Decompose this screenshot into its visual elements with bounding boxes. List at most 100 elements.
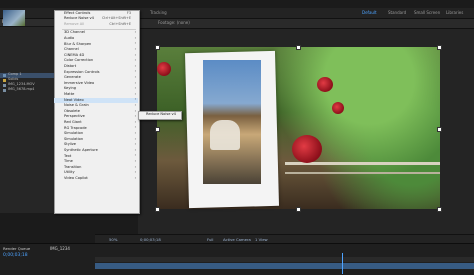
chevron-right-icon: › [134,136,136,141]
camera-select[interactable]: Active Camera [223,237,251,242]
menu-item-label: Effect Controls [64,10,91,15]
menu-item-label: Expression Controls [64,69,100,74]
project-thumbnail [3,10,25,26]
menu-item-label: Blur & Sharpen [64,41,92,46]
project-panel: Project ≡ [0,19,55,213]
time-ruler[interactable] [95,257,474,262]
chevron-right-icon: › [134,30,136,35]
menu-item-label: Reduce Noise v4 [64,16,94,21]
menu-item-label: Red Giant [64,119,82,124]
chevron-right-icon: › [134,41,136,46]
menu-item-label: Noise & Grain [64,103,89,108]
menu-item-label: Keying [64,86,77,91]
chevron-right-icon: › [134,159,136,163]
menu-item-label: Color Correction [64,58,94,63]
workspace-standard[interactable]: Standard [388,10,406,15]
zoom-select[interactable]: 50% [109,237,117,242]
chevron-right-icon: › [134,147,136,152]
menu-item-label: Perspective [64,114,85,119]
menu-item-label: Simulation [64,131,84,136]
fence-rail [285,172,440,174]
chevron-right-icon: › [134,86,136,91]
rose-flower [332,102,344,114]
menu-item-label: Utility [64,170,75,175]
views-select[interactable]: 1 View [255,237,268,242]
menu-item-shortcut: Ctrl+Shift+E [109,21,131,26]
rose-flower [157,62,171,76]
menu-item-shortcut: Ctrl+Alt+Shift+E [102,16,131,21]
footage-label: Footage: (none) [158,20,190,25]
menu-item[interactable]: Video Copilot › [54,176,138,181]
footage-icon [3,84,6,87]
menu-item-label: Time [64,159,73,164]
neat-video-submenu: Reduce Noise v4 [138,111,182,120]
workspace-tracking[interactable]: Tracking [150,10,167,15]
menu-item-label: Audio [64,35,75,40]
menu-item-label: Text [64,153,72,158]
menu-item-label: Remove All [64,21,85,26]
menu-item-label: Distort [64,63,77,68]
timeline-timecode[interactable]: 0;00;03;18 [3,253,28,258]
menu-item-label: Simulation [64,136,84,141]
menu-item-label: RG Trapcode [64,125,87,130]
rose-flower [317,77,333,92]
chevron-right-icon: › [134,125,136,130]
menu-item[interactable]: Remove All Ctrl+Shift+E [54,22,138,27]
chevron-right-icon: › [134,164,136,169]
menu-items: Effect Controls F3 Reduce Noise v4 Ctrl+Alt… [54,10,138,212]
menu-item-label: Transition [64,164,82,169]
project-item[interactable]: IMG_5678.mp4 [0,87,54,93]
layer-handle[interactable] [296,45,301,50]
layer-handle[interactable] [437,127,442,132]
chevron-right-icon: › [134,35,136,40]
layer-handle[interactable] [155,127,160,132]
submenu-item-reduce-noise[interactable]: Reduce Noise v4 [146,112,176,116]
chevron-right-icon: › [134,97,136,102]
chevron-right-icon: › [134,80,136,85]
chevron-right-icon: › [134,47,136,51]
render-queue-tab[interactable]: Render Queue [3,246,30,252]
workspace-libraries[interactable]: Libraries [446,10,463,15]
layer-handle[interactable] [296,207,301,212]
menu-item-label: Neat Video [64,97,84,102]
timeline-comp-tab[interactable]: IMG_1234 [50,246,70,252]
folder-icon [3,79,6,82]
viewer-timecode[interactable]: 0;00;03;18 [140,237,161,242]
chevron-right-icon: › [134,75,136,79]
menu-item-label: Video Copilot [64,175,88,180]
footage-icon [3,89,6,92]
chevron-right-icon: › [134,103,136,107]
menu-item-label: 3D Channel [64,30,85,35]
chevron-right-icon: › [134,114,136,119]
rose-flower [292,135,322,163]
layer-handle[interactable] [437,207,442,212]
chevron-right-icon: › [134,175,136,180]
menu-item-shortcut: F3 [126,10,131,15]
chevron-right-icon: › [134,153,136,158]
chevron-right-icon: › [134,91,136,96]
playhead[interactable] [342,253,343,274]
chevron-right-icon: › [134,142,136,147]
quality-select[interactable]: Full [207,237,214,242]
menu-item-label: Obsolete [64,108,81,113]
chevron-right-icon: › [134,52,136,57]
layer-handle[interactable] [155,207,160,212]
layer-handle[interactable] [155,45,160,50]
chevron-right-icon: › [134,108,136,113]
chevron-right-icon: › [134,69,136,74]
chevron-right-icon: › [134,63,136,68]
menu-item-label: Stylize [64,142,76,147]
layer-handle[interactable] [437,45,442,50]
menu-item-label: Synthetic Aperture [64,147,98,152]
menu-item-label: Immersive Video [64,80,95,85]
workspace-default[interactable]: Default [362,10,377,15]
chevron-right-icon: › [134,58,136,63]
menu-item-label: Matte [64,91,75,96]
chevron-right-icon: › [134,170,136,175]
chevron-right-icon: › [134,119,136,124]
layer-duration-bar[interactable] [95,263,474,269]
chevron-right-icon: › [134,131,136,135]
menu-item-label: Generate [64,75,81,80]
menu-item-label: CINEMA 4D [64,52,85,57]
workspace-small-screen[interactable]: Small Screen [414,10,440,15]
